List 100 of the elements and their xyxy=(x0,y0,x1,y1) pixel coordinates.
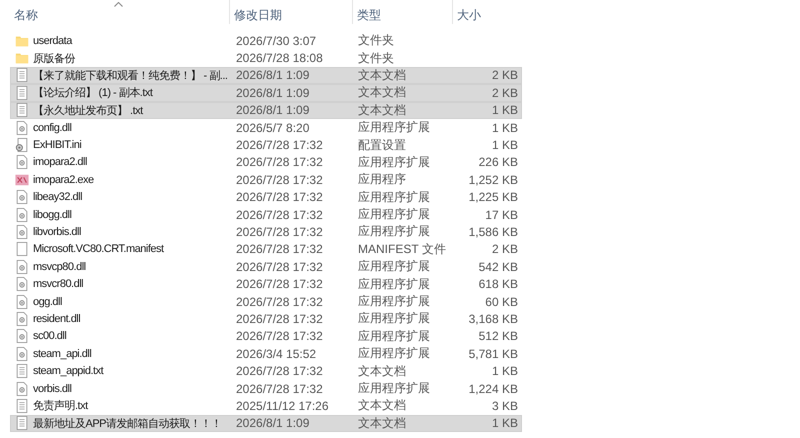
folder-icon xyxy=(15,34,29,48)
gear-file-icon xyxy=(15,294,29,309)
modified-date: 2026/7/28 17:32 xyxy=(236,242,323,256)
file-row[interactable]: libogg.dll 2026/7/28 17:32 应用程序扩展 17 KB xyxy=(10,206,522,224)
file-row[interactable]: userdata 2026/7/30 3:07 文件夹 xyxy=(10,32,522,50)
gear-file-icon xyxy=(15,120,29,135)
file-type: 应用程序扩展 xyxy=(358,310,430,328)
modified-date: 2026/7/28 17:32 xyxy=(236,294,323,309)
settings-file-icon xyxy=(15,138,29,152)
file-size: 1 KB xyxy=(492,103,518,118)
file-row[interactable]: ogg.dll 2026/7/28 17:32 应用程序扩展 60 KB xyxy=(10,292,522,310)
file-name: Microsoft.VC80.CRT.manifest xyxy=(33,243,164,256)
folder-icon xyxy=(15,51,29,66)
file-type: 文本文档 xyxy=(358,102,406,119)
file-row[interactable]: msvcr80.dll 2026/7/28 17:32 应用程序扩展 618 KB xyxy=(10,275,522,293)
file-name: steam_appid.txt xyxy=(33,365,104,378)
file-type: 应用程序扩展 xyxy=(358,380,430,397)
modified-date: 2026/7/28 17:32 xyxy=(236,382,323,396)
column-header[interactable]: 类型 xyxy=(353,0,453,24)
file-row[interactable]: imopara2.dll 2026/7/28 17:32 应用程序扩展 226 KB xyxy=(10,154,522,172)
modified-date: 2026/7/28 17:32 xyxy=(236,138,323,152)
file-type: 配置设置 xyxy=(358,136,406,154)
file-type: 应用程序扩展 xyxy=(358,328,430,345)
gear-file-icon xyxy=(15,346,29,361)
app-icon xyxy=(15,172,29,187)
modified-date: 2026/7/28 17:32 xyxy=(236,364,323,378)
gear-file-icon xyxy=(15,329,29,344)
gear-file-icon xyxy=(15,224,29,239)
file-size: 2 KB xyxy=(492,86,518,100)
file-name: steam_api.dll xyxy=(33,348,92,360)
file-size: 226 KB xyxy=(478,155,518,170)
file-type: 文件夹 xyxy=(358,50,394,67)
file-size: 1 KB xyxy=(492,120,518,135)
file-name: imopara2.dll xyxy=(33,156,87,168)
file-row[interactable]: ExHIBIT.ini 2026/7/28 17:32 配置设置 1 KB xyxy=(10,136,522,154)
file-type: 文本文档 xyxy=(358,84,406,102)
modified-date: 2026/7/28 18:08 xyxy=(236,51,323,66)
file-row[interactable]: libeay32.dll 2026/7/28 17:32 应用程序扩展 1,225 KB xyxy=(10,188,522,206)
file-name: vorbis.dll xyxy=(33,382,72,394)
file-row[interactable]: imopara2.exe 2026/7/28 17:32 应用程序 1,252 KB xyxy=(10,171,522,189)
file-row[interactable]: config.dll 2026/5/7 8:20 应用程序扩展 1 KB xyxy=(10,118,522,136)
gear-file-icon xyxy=(15,312,29,326)
modified-date: 2026/7/28 17:32 xyxy=(236,190,323,204)
file-size: 512 KB xyxy=(478,329,518,344)
file-type: 文本文档 xyxy=(358,414,406,432)
modified-date: 2025/11/12 17:26 xyxy=(236,398,329,413)
file-size: 1,224 KB xyxy=(468,382,518,396)
gear-file-icon xyxy=(15,277,29,292)
file-size: 1 KB xyxy=(492,364,518,378)
file-name: 【永久地址发布页】 .txt xyxy=(33,104,143,118)
gear-file-icon xyxy=(15,190,29,204)
modified-date: 2026/8/1 1:09 xyxy=(236,103,310,118)
text-file-icon xyxy=(15,416,29,430)
file-row[interactable]: 原版备份 2026/7/28 18:08 文件夹 xyxy=(10,49,522,67)
file-type: MANIFEST 文件 xyxy=(358,240,446,258)
modified-date: 2026/8/1 1:09 xyxy=(236,86,310,100)
text-file-icon xyxy=(15,68,29,82)
file-name: sc00.dll xyxy=(33,330,66,342)
column-header[interactable]: 修改日期 xyxy=(230,0,353,24)
file-row[interactable]: 免责声明.txt 2025/11/12 17:26 文本文档 3 KB xyxy=(10,397,522,415)
file-size: 1 KB xyxy=(492,138,518,152)
column-header[interactable]: 名称 xyxy=(10,0,230,24)
file-type: 应用程序 xyxy=(358,171,406,188)
file-size: 60 KB xyxy=(485,294,518,309)
modified-date: 2026/3/4 15:52 xyxy=(236,346,316,361)
modified-date: 2026/7/28 17:32 xyxy=(236,172,323,187)
file-row[interactable]: libvorbis.dll 2026/7/28 17:32 应用程序扩展 1,586 KB xyxy=(10,223,522,241)
modified-date: 2026/7/28 17:32 xyxy=(236,277,323,292)
file-row[interactable]: sc00.dll 2026/7/28 17:32 应用程序扩展 512 KB xyxy=(10,328,522,346)
file-size: 1 KB xyxy=(492,416,518,430)
file-row[interactable]: resident.dll 2026/7/28 17:32 应用程序扩展 3,168 KB xyxy=(10,310,522,328)
file-type: 应用程序扩展 xyxy=(358,293,430,310)
file-name: 最新地址及APP请发邮箱自动获取！！！ xyxy=(33,416,222,431)
text-file-icon xyxy=(15,398,29,413)
file-row[interactable]: steam_appid.txt 2026/7/28 17:32 文本文档 1 KB xyxy=(10,362,522,380)
text-file-icon xyxy=(15,364,29,378)
file-row[interactable]: Microsoft.VC80.CRT.manifest 2026/7/28 17:32 MANIFEST 文件 2 KB xyxy=(10,240,522,258)
gear-file-icon xyxy=(15,382,29,396)
file-type: 应用程序扩展 xyxy=(358,188,430,206)
file-name: msvcp80.dll xyxy=(33,260,86,273)
file-row[interactable]: 最新地址及APP请发邮箱自动获取！！！ 2026/8/1 1:09 文本文档 1 KB xyxy=(10,414,522,432)
file-row[interactable]: 【永久地址发布页】 .txt 2026/8/1 1:09 文本文档 1 KB xyxy=(10,102,522,119)
column-header[interactable]: 大小 xyxy=(453,0,522,24)
file-row[interactable]: 【来了就能下载和观看！纯免费！】 - 副... 2026/8/1 1:09 文本文档 2 KB xyxy=(10,66,522,84)
modified-date: 2026/7/28 17:32 xyxy=(236,208,323,222)
file-row[interactable]: vorbis.dll 2026/7/28 17:32 应用程序扩展 1,224 KB xyxy=(10,380,522,398)
file-row[interactable]: 【论坛介绍】 (1) - 副本.txt 2026/8/1 1:09 文本文档 2 KB xyxy=(10,84,522,102)
file-row[interactable]: steam_api.dll 2026/3/4 15:52 应用程序扩展 5,781 KB xyxy=(10,345,522,362)
modified-date: 2026/7/30 3:07 xyxy=(236,34,316,48)
modified-date: 2026/8/1 1:09 xyxy=(236,68,310,82)
file-row[interactable]: msvcp80.dll 2026/7/28 17:32 应用程序扩展 542 KB xyxy=(10,258,522,276)
file-name: 【来了就能下载和观看！纯免费！】 - 副... xyxy=(33,68,228,83)
blank-file-icon xyxy=(15,242,29,256)
file-size: 542 KB xyxy=(478,260,518,274)
text-file-icon xyxy=(15,86,29,100)
file-name: 【论坛介绍】 (1) - 副本.txt xyxy=(33,86,152,100)
file-type: 文本文档 xyxy=(358,66,406,84)
modified-date: 2026/7/28 17:32 xyxy=(236,260,323,274)
file-size: 2 KB xyxy=(492,68,518,82)
gear-file-icon xyxy=(15,155,29,170)
